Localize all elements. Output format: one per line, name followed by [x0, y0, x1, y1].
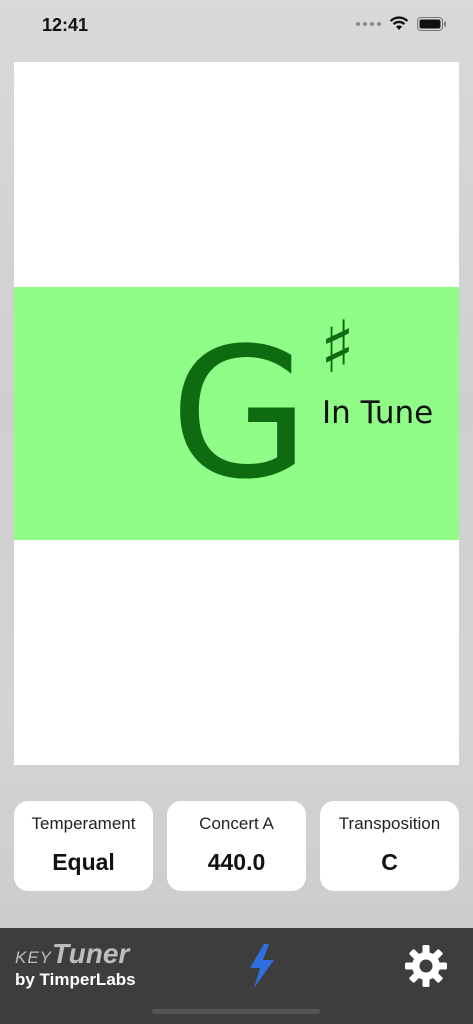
brand-key: KEY [15, 948, 53, 967]
transposition-label: Transposition [338, 814, 441, 833]
status-bar: 12:41 [0, 0, 473, 52]
status-time: 12:41 [42, 15, 89, 35]
battery-icon [417, 16, 446, 31]
note-letter: G [170, 310, 309, 519]
settings-button[interactable] [404, 944, 448, 988]
wifi-icon [389, 16, 409, 30]
transposition-button[interactable]: Transposition C [320, 801, 459, 891]
bolt-button[interactable] [244, 942, 280, 990]
concert-a-label: Concert A [199, 814, 274, 833]
transposition-value: C [381, 849, 398, 875]
temperament-label: Temperament [31, 814, 136, 833]
brand-byline: by TimperLabs [15, 970, 136, 989]
concert-a-value: 440.0 [207, 849, 266, 875]
note-accidental: ♯ [320, 305, 355, 389]
home-indicator [152, 1009, 320, 1014]
app-logo: KEYTuner by TimperLabs [15, 938, 136, 990]
temperament-value: Equal [52, 849, 115, 875]
brand-tuner: Tuner [52, 938, 130, 969]
in-tune-band: G ♯ In Tune [14, 287, 459, 540]
status-icons [356, 16, 447, 31]
gear-icon [405, 945, 447, 987]
tuner-display: G ♯ In Tune [14, 62, 459, 765]
bolt-icon [250, 944, 274, 988]
temperament-button[interactable]: Temperament Equal [14, 801, 153, 891]
signal-dots-icon [356, 21, 381, 26]
concert-a-button[interactable]: Concert A 440.0 [167, 801, 306, 891]
tune-status: In Tune [322, 395, 434, 431]
